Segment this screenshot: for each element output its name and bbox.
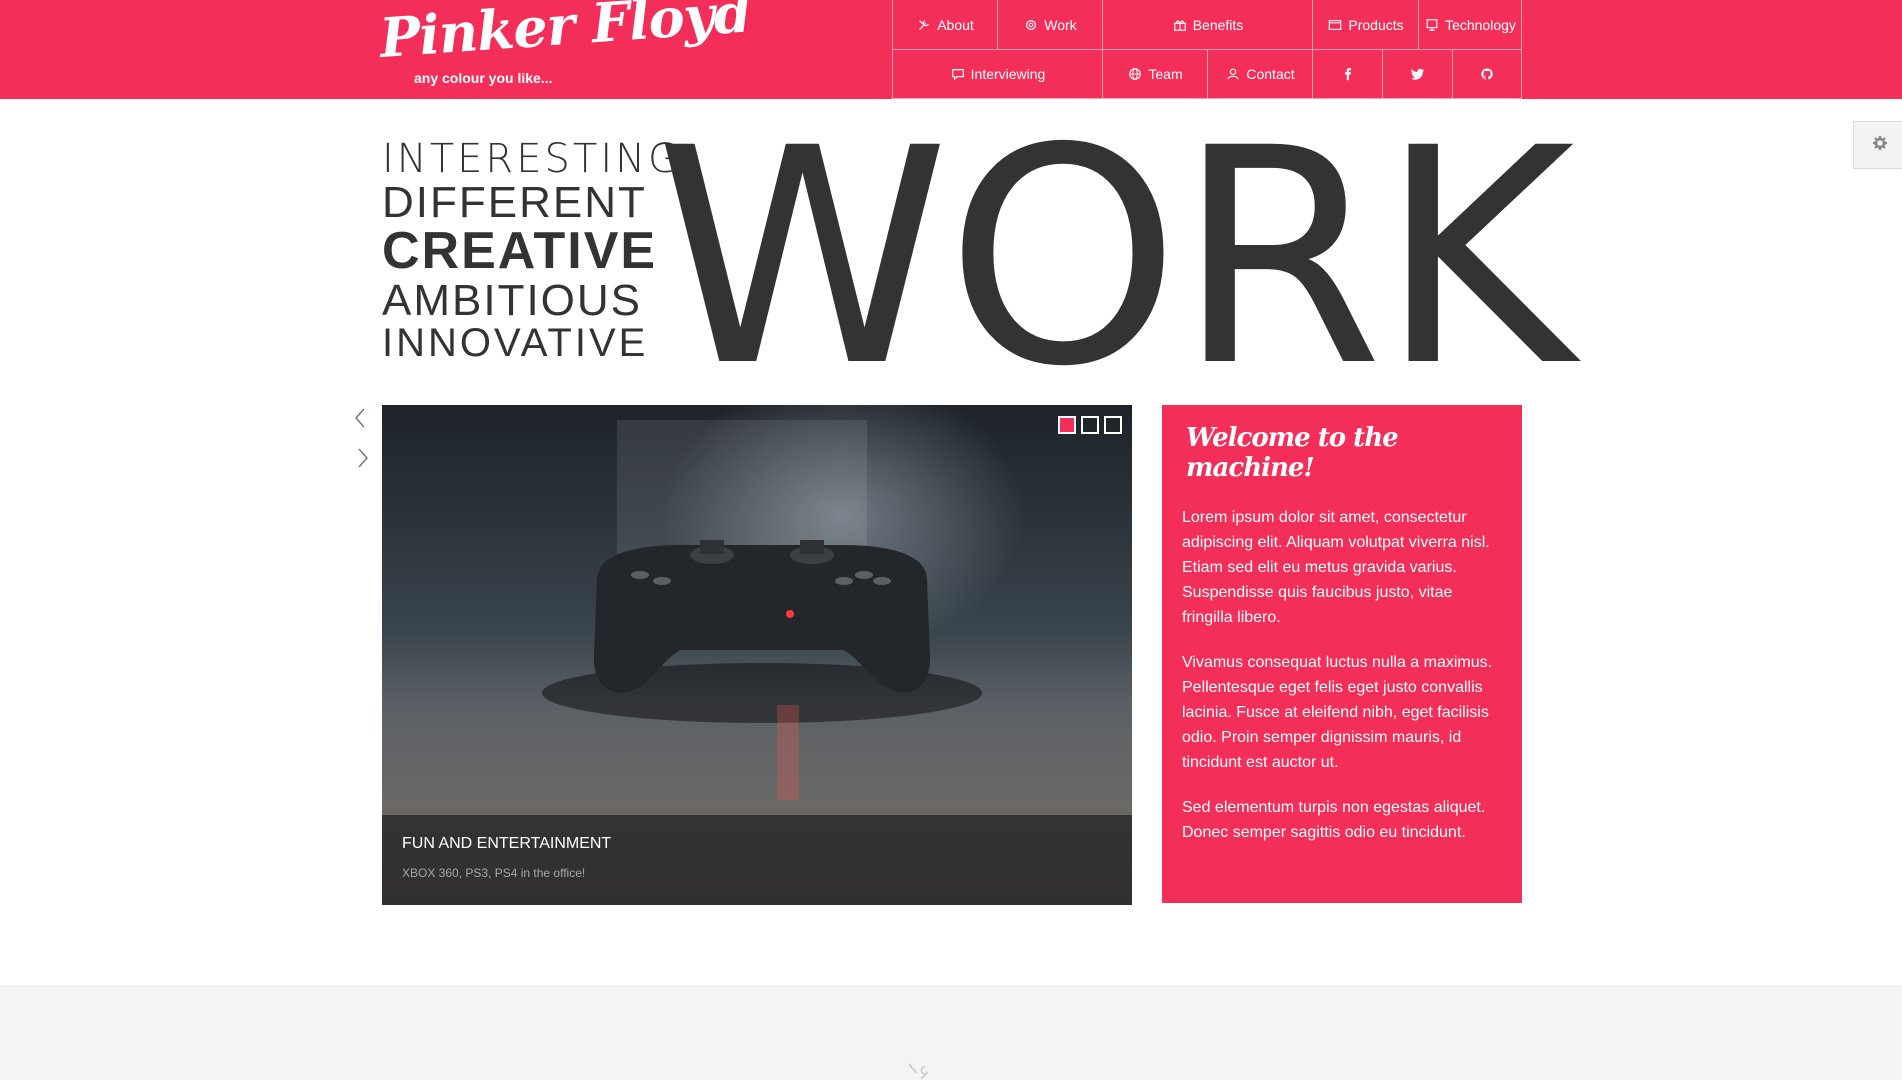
welcome-paragraph-3: Sed elementum turpis non egestas aliquet… xyxy=(1182,799,1486,841)
nav-contact-label: Contact xyxy=(1246,66,1295,82)
globe-icon xyxy=(1127,66,1143,82)
hero-word-innovative: INNOVATIVE xyxy=(382,321,649,365)
nav-work-label: Work xyxy=(1044,16,1077,33)
facebook-icon xyxy=(1340,66,1356,82)
logo[interactable]: Pinker Floyd any colour you like... xyxy=(378,0,753,92)
wrench-icon xyxy=(916,17,932,33)
nav-work[interactable]: Work xyxy=(997,0,1102,50)
window-icon xyxy=(1327,17,1343,33)
slider-pagination xyxy=(1058,416,1122,434)
chevron-left-icon xyxy=(354,407,366,434)
slide-caption-subtitle: XBOX 360, PS3, PS4 in the office! xyxy=(402,866,586,880)
nav-benefits-label: Benefits xyxy=(1192,16,1244,33)
hero-word-different: DIFFERENT xyxy=(382,178,647,227)
nav-products-label: Products xyxy=(1348,16,1404,33)
nav-interviewing-label: Interviewing xyxy=(970,66,1046,82)
slider-dot-3[interactable] xyxy=(1104,416,1122,434)
slider-dot-1[interactable] xyxy=(1058,416,1076,434)
user-icon xyxy=(1225,66,1241,82)
hero-word-creative: CREATIVE xyxy=(382,222,658,280)
nav-about-label: About xyxy=(937,16,974,33)
tools-icon xyxy=(908,1063,930,1080)
slider-dot-2[interactable] xyxy=(1081,416,1099,434)
gear-icon xyxy=(1023,17,1039,33)
nav-team-label: Team xyxy=(1148,66,1183,82)
chevron-right-icon xyxy=(357,447,369,474)
nav-benefits[interactable]: Benefits xyxy=(1102,0,1312,50)
logo-title: Pinker Floyd xyxy=(377,0,753,70)
chat-icon xyxy=(950,66,966,82)
nav-about[interactable]: About xyxy=(892,0,997,50)
nav-technology-label: Technology xyxy=(1445,16,1516,33)
welcome-paragraph-1: Lorem ipsum dolor sit amet, consectetur … xyxy=(1182,509,1490,626)
gear-icon xyxy=(1872,135,1888,156)
image-slider[interactable]: FUN AND ENTERTAINMENT XBOX 360, PS3, PS4… xyxy=(382,405,1132,905)
next-section xyxy=(0,985,1902,1080)
gift-icon xyxy=(1172,17,1188,33)
hero-big-word: WORK xyxy=(655,85,1575,432)
slider-next-button[interactable] xyxy=(352,446,374,474)
welcome-panel: Welcome to the machine! Lorem ipsum dolo… xyxy=(1162,405,1522,903)
welcome-title: Welcome to the machine! xyxy=(1186,423,1399,483)
hero-word-ambitious: AMBITIOUS xyxy=(382,276,643,325)
hero-word-interesting: INTERESTING xyxy=(382,136,683,182)
welcome-paragraph-2: Vivamus consequat luctus nulla a maximus… xyxy=(1182,654,1493,771)
github-icon xyxy=(1479,66,1495,82)
hero-word-stack: INTERESTING DIFFERENT CREATIVE AMBITIOUS… xyxy=(382,136,683,365)
slide-caption-title: FUN AND ENTERTAINMENT xyxy=(402,835,612,852)
slide-caption: FUN AND ENTERTAINMENT XBOX 360, PS3, PS4… xyxy=(382,815,1132,905)
logo-tagline: any colour you like... xyxy=(414,70,553,86)
monitor-icon xyxy=(1424,17,1440,33)
settings-toggle[interactable] xyxy=(1853,121,1902,169)
nav-technology[interactable]: Technology xyxy=(1418,0,1522,50)
slider-prev-button[interactable] xyxy=(349,406,371,434)
twitter-icon xyxy=(1410,66,1426,82)
nav-products[interactable]: Products xyxy=(1312,0,1418,50)
